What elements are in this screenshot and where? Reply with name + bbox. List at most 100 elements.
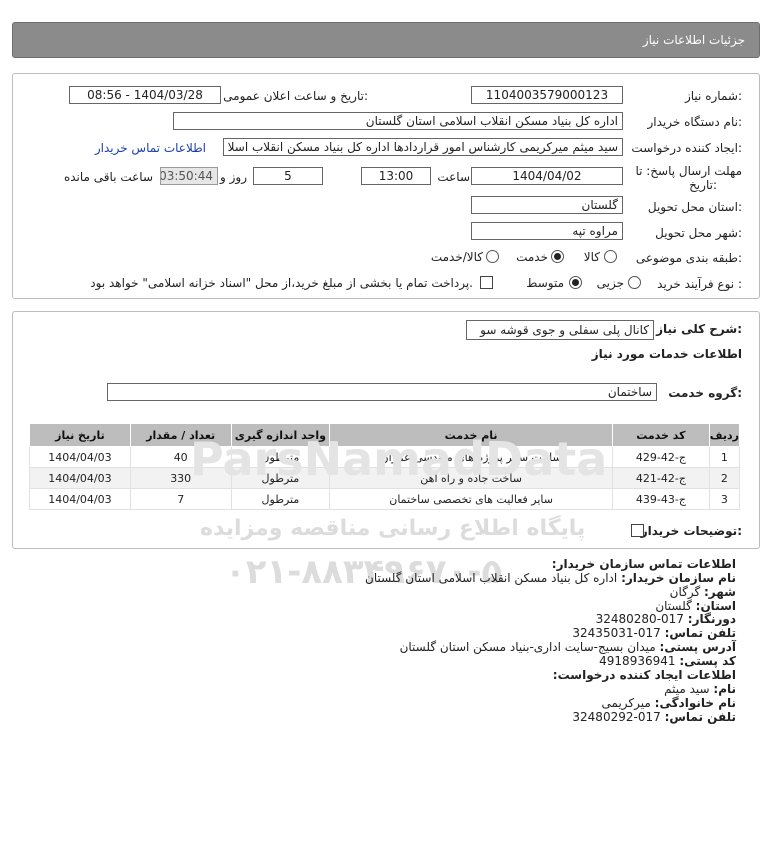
creator-first-name-line: نام: سید میثم xyxy=(664,682,736,696)
city-field: مراوه تپه xyxy=(471,222,623,240)
contact-heading: اطلاعات تماس سازمان خریدار: xyxy=(551,557,736,571)
cell-name: ساخت جاده و راه آهن xyxy=(329,467,613,489)
creator-label: ایجاد کننده درخواست: xyxy=(631,141,742,155)
buyer-org-field: اداره کل بنیاد مسکن انقلاب اسلامی استان … xyxy=(173,112,623,130)
services-heading: اطلاعات خدمات مورد نیاز xyxy=(591,347,742,361)
cell-code: ج-42-421 xyxy=(612,467,710,489)
col-header-code: کد خدمت xyxy=(612,423,710,447)
cell-row: 1 xyxy=(708,446,741,468)
cell-qty: 330 xyxy=(129,467,232,489)
contact-address-line: آدرس پستی: میدان بسیج-سایت اداری-بنیاد م… xyxy=(400,640,736,654)
treasury-payment-note: پرداخت تمام یا بخشی از مبلغ خرید،از محل … xyxy=(90,276,473,290)
contact-province-label: استان: xyxy=(695,599,736,613)
creator-heading: اطلاعات ایجاد کننده درخواست: xyxy=(552,668,736,682)
table-row: 2 ج-42-421 ساخت جاده و راه آهن مترطول 33… xyxy=(29,467,741,489)
deadline-time-field: 13:00 xyxy=(361,167,431,185)
contact-phone: 017-32435031 xyxy=(572,626,661,640)
buyer-notes-checkbox[interactable] xyxy=(631,524,644,537)
contact-fax-label: دورنگار: xyxy=(687,612,736,626)
contact-city: گرگان xyxy=(669,585,701,599)
contact-phone-line: تلفن تماس: 017-32435031 xyxy=(572,626,736,640)
process-label: نوع فرآیند خرید : xyxy=(657,277,742,291)
cell-unit: مترطول xyxy=(230,446,331,468)
contact-city-line: شهر: گرگان xyxy=(670,585,736,599)
announce-field: 1404/03/28 - 08:56 xyxy=(69,86,221,104)
contact-org-label: نام سازمان خریدار: xyxy=(621,571,736,585)
table-header-row: ردیف کد خدمت نام خدمت واحد اندازه گیری ت… xyxy=(29,423,741,447)
creator-phone-line: تلفن تماس: 017-32480292 xyxy=(572,710,736,724)
category-radio-goods-service[interactable] xyxy=(486,250,499,263)
page-title: جزئیات اطلاعات نیاز xyxy=(642,33,745,47)
city-label: شهر محل تحویل: xyxy=(655,226,742,240)
contact-province-line: استان: گلستان xyxy=(655,599,736,613)
col-header-name: نام خدمت xyxy=(329,423,613,447)
remaining-label: ساعت باقی مانده xyxy=(63,170,153,184)
creator-first-name-label: نام: xyxy=(713,682,736,696)
days-field: 5 xyxy=(253,167,323,185)
cell-unit: مترطول xyxy=(230,488,331,510)
treasury-payment-checkbox[interactable] xyxy=(480,276,493,289)
services-table: ردیف کد خدمت نام خدمت واحد اندازه گیری ت… xyxy=(29,423,741,510)
category-label: طبقه بندی موضوعی: xyxy=(635,251,742,265)
deadline-date-field: 1404/04/02 xyxy=(471,167,623,185)
contact-fax: 017-32480280 xyxy=(595,612,684,626)
deadline-label-2: تاریخ: xyxy=(689,178,717,192)
cell-code: ج-43-439 xyxy=(612,488,710,510)
contact-fax-line: دورنگار: 017-32480280 xyxy=(596,612,736,626)
service-group-field: ساختمان xyxy=(107,383,657,401)
category-option-service: خدمت xyxy=(516,250,548,264)
cell-date: 1404/04/03 xyxy=(29,488,131,510)
col-header-qty: تعداد / مقدار xyxy=(129,423,232,447)
col-header-row: ردیف xyxy=(708,423,741,447)
cell-row: 3 xyxy=(708,488,741,510)
category-radio-goods[interactable] xyxy=(604,250,617,263)
contact-info-link[interactable]: اطلاعات تماس خریدار xyxy=(95,141,206,155)
contact-address: میدان بسیج-سایت اداری-بنیاد مسکن استان گ… xyxy=(399,640,656,654)
contact-phone-label: تلفن تماس: xyxy=(664,626,736,640)
process-option-medium: متوسط xyxy=(526,276,564,290)
province-label: استان محل تحویل: xyxy=(647,200,742,214)
contact-postal-line: کد پستی: 4918936941 xyxy=(599,654,736,668)
creator-first-name: سید میثم xyxy=(664,682,710,696)
creator-last-name-label: نام خانوادگی: xyxy=(654,696,736,710)
contact-address-label: آدرس پستی: xyxy=(659,640,736,654)
cell-qty: 40 xyxy=(129,446,232,468)
creator-phone-label: تلفن تماس: xyxy=(664,710,736,724)
contact-postal-label: کد پستی: xyxy=(679,654,736,668)
creator-phone: 017-32480292 xyxy=(572,710,661,724)
deadline-label-1: مهلت ارسال پاسخ: تا xyxy=(635,164,742,178)
category-option-goods: کالا xyxy=(583,250,600,264)
cell-unit: مترطول xyxy=(230,467,331,489)
category-option-goods-service: کالا/خدمت xyxy=(430,250,483,264)
cell-qty: 7 xyxy=(129,488,232,510)
cell-date: 1404/04/03 xyxy=(29,467,131,489)
col-header-unit: واحد اندازه گیری xyxy=(230,423,331,447)
service-group-label: گروه خدمت: xyxy=(668,386,742,400)
creator-last-name-line: نام خانوادگی: میرکریمی xyxy=(602,696,736,710)
contact-org-line: نام سازمان خریدار: اداره کل بنیاد مسکن ا… xyxy=(365,571,736,585)
col-header-date: تاریخ نیاز xyxy=(29,423,131,447)
category-radio-service[interactable] xyxy=(551,250,564,263)
announce-label: تاریخ و ساعت اعلان عمومی: xyxy=(223,89,368,103)
process-radio-medium[interactable] xyxy=(569,276,582,289)
cell-name: سایر فعالیت های تخصصی ساختمان xyxy=(329,488,613,510)
buyer-notes-label: توضیحات خریدار: xyxy=(640,524,742,538)
deadline-time-label: ساعت xyxy=(437,170,470,184)
contact-org: اداره کل بنیاد مسکن انقلاب اسلامی استان … xyxy=(365,571,618,585)
details-panel xyxy=(12,73,760,299)
remaining-time-field: 03:50:44 xyxy=(160,167,218,185)
process-radio-minor[interactable] xyxy=(628,276,641,289)
days-label: روز و xyxy=(220,170,247,184)
province-field: گلستان xyxy=(471,196,623,214)
contact-postal: 4918936941 xyxy=(599,654,676,668)
creator-last-name: میرکریمی xyxy=(601,696,651,710)
page-header: جزئیات اطلاعات نیاز xyxy=(12,22,760,58)
process-option-minor: جزیی xyxy=(596,276,624,290)
buyer-org-label: نام دستگاه خریدار: xyxy=(647,115,743,129)
table-row: 3 ج-43-439 سایر فعالیت های تخصصی ساختمان… xyxy=(29,488,741,510)
cell-date: 1404/04/03 xyxy=(29,446,131,468)
cell-row: 2 xyxy=(708,467,741,489)
contact-city-label: شهر: xyxy=(704,585,736,599)
cell-name: ساخت سایر پروژه های مهندسی عمران xyxy=(329,446,613,468)
table-row: 1 ج-42-429 ساخت سایر پروژه های مهندسی عم… xyxy=(29,446,741,468)
